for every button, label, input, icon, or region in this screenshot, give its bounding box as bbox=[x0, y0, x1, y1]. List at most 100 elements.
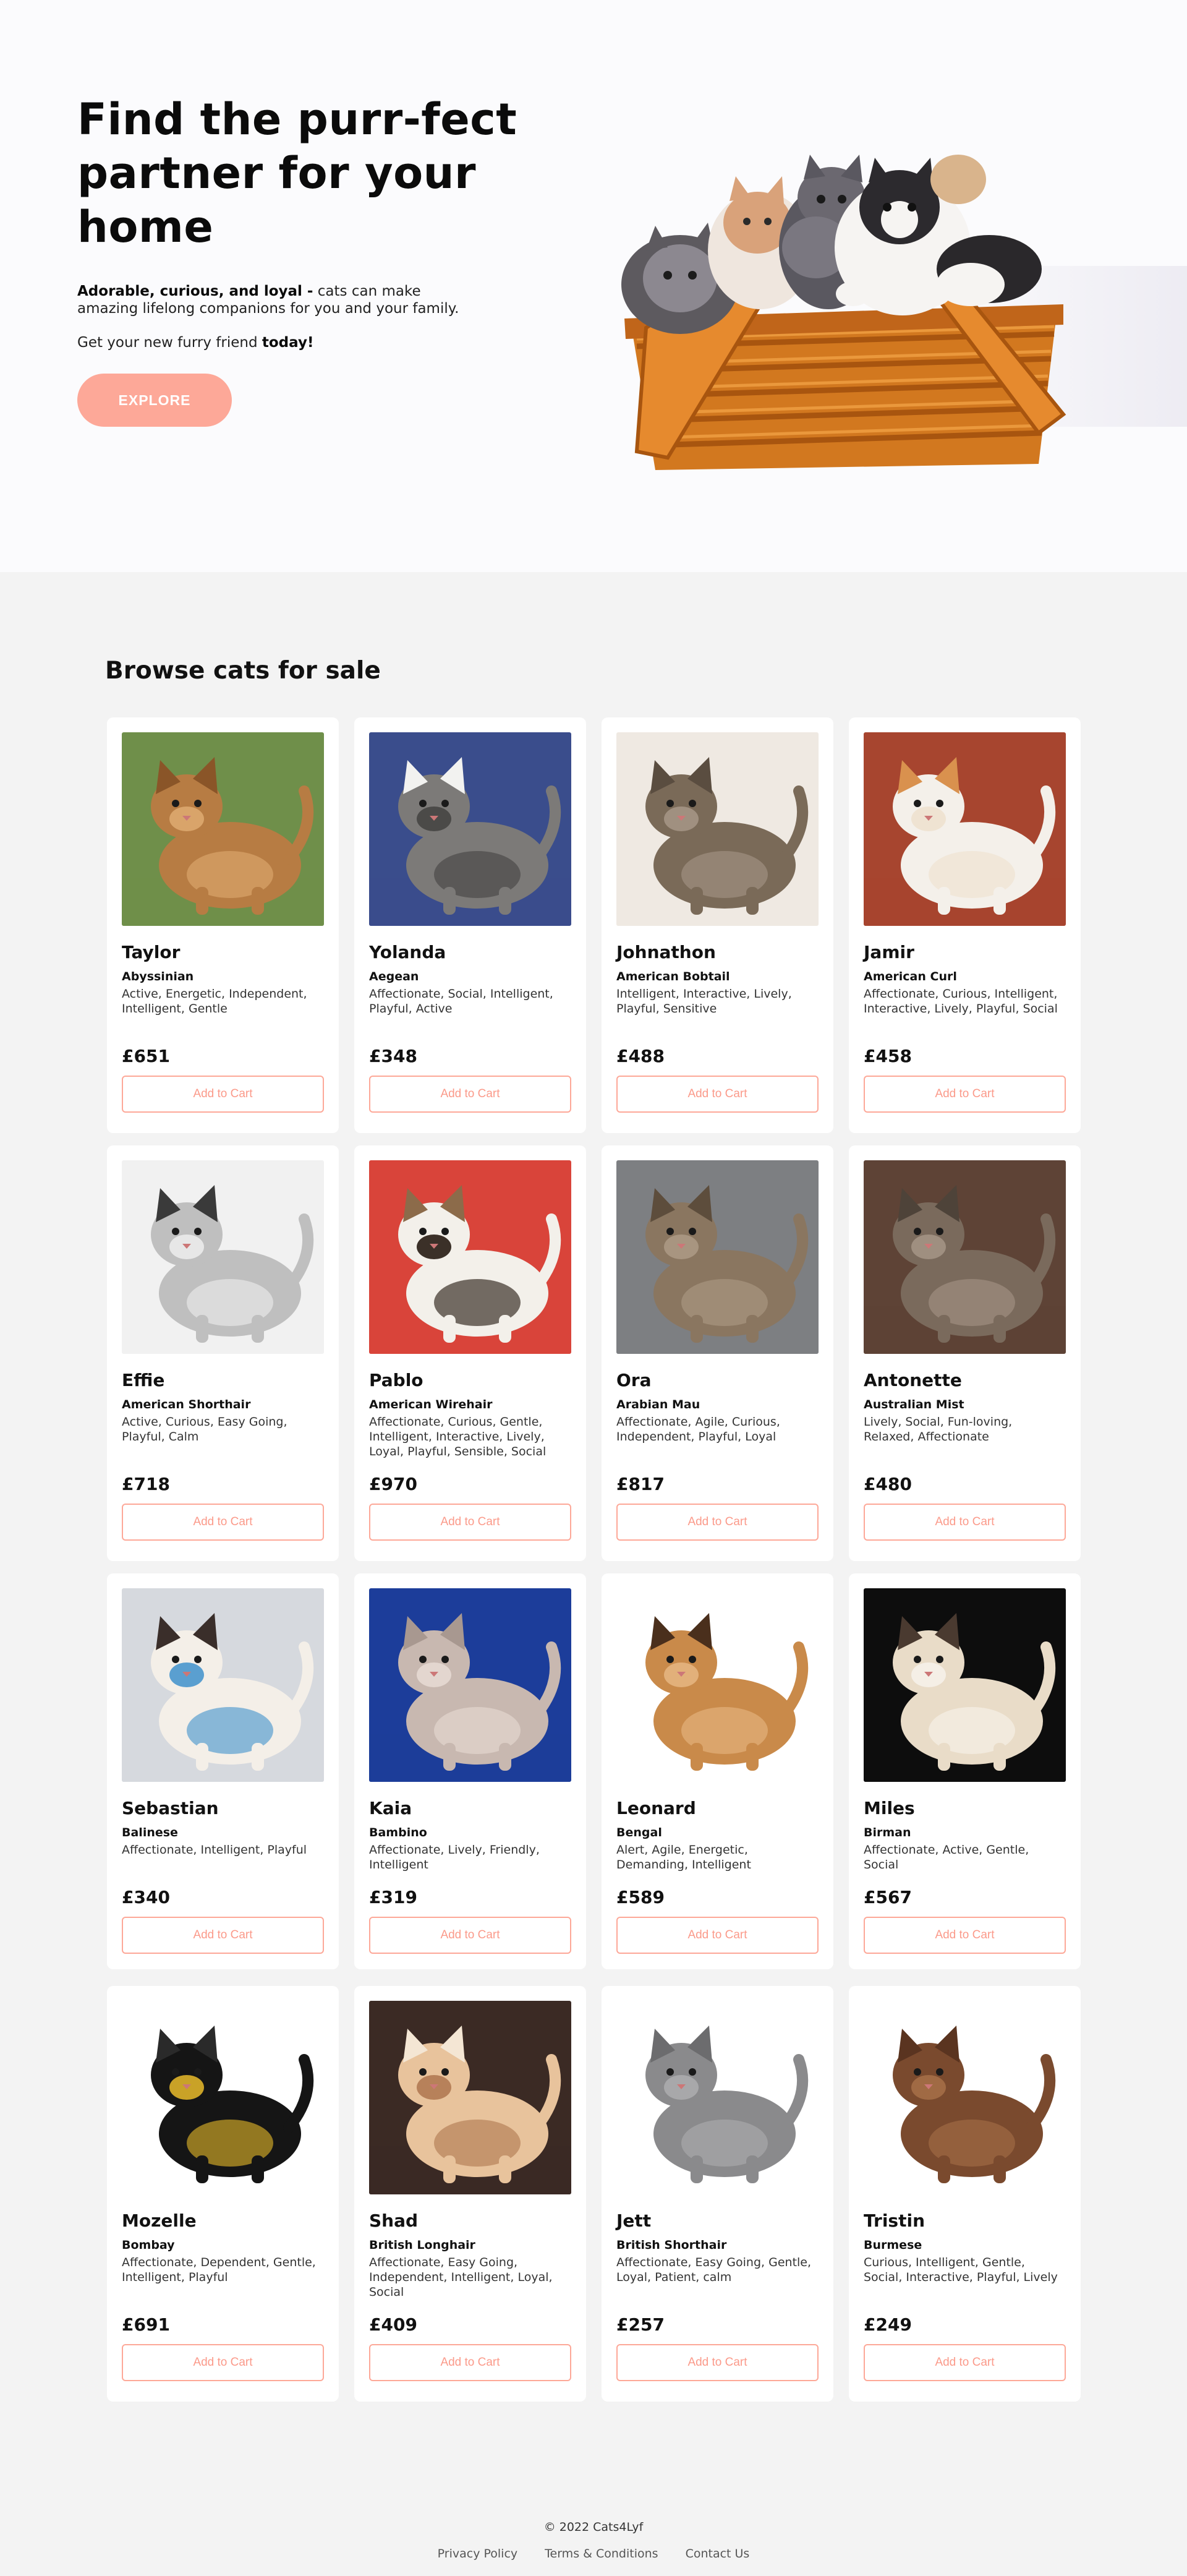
cat-price: £567 bbox=[864, 1887, 912, 1907]
cat-name: Jamir bbox=[864, 942, 914, 962]
cat-traits: Affectionate, Dependent, Gentle, Intelli… bbox=[122, 2256, 316, 2284]
contact-us-link[interactable]: Contact Us bbox=[686, 2547, 750, 2561]
cat-traits: Lively, Social, Fun-loving, Relaxed, Aff… bbox=[864, 1415, 1013, 1444]
cat-name: Antonette bbox=[864, 1370, 962, 1390]
bombay-cat-photo bbox=[122, 2001, 324, 2194]
cat-breed: Australian Mist bbox=[864, 1398, 964, 1411]
cat-breed: British Shorthair bbox=[616, 2238, 727, 2252]
cat-price: £817 bbox=[616, 1474, 665, 1494]
hero-tagline: Adorable, curious, and loyal - cats can … bbox=[77, 283, 485, 317]
cat-breed: Burmese bbox=[864, 2238, 922, 2252]
cat-name: Taylor bbox=[122, 942, 181, 962]
cat-price: £249 bbox=[864, 2314, 912, 2335]
privacy-policy-link[interactable]: Privacy Policy bbox=[438, 2547, 517, 2561]
cat-traits: Affectionate, Easy Going, Independent, I… bbox=[369, 2256, 553, 2299]
cat-name: Mozelle bbox=[122, 2210, 197, 2231]
add-to-cart-button[interactable]: Add to Cart bbox=[616, 1917, 819, 1954]
cat-name: Effie bbox=[122, 1370, 165, 1390]
cat-price: £970 bbox=[369, 1474, 417, 1494]
cat-breed: American Shorthair bbox=[122, 1398, 251, 1411]
cat-card: Miles Birman Affectionate, Active, Gentle,… bbox=[849, 1573, 1081, 1969]
cat-name: Jett bbox=[616, 2210, 652, 2231]
cat-breed: Aegean bbox=[369, 970, 419, 983]
hero-cta-bold: today! bbox=[262, 335, 314, 351]
add-to-cart-button[interactable]: Add to Cart bbox=[616, 2344, 819, 2381]
add-to-cart-button[interactable]: Add to Cart bbox=[122, 2344, 324, 2381]
cat-breed: American Wirehair bbox=[369, 1398, 493, 1411]
add-to-cart-button[interactable]: Add to Cart bbox=[369, 2344, 571, 2381]
cat-card: Antonette Australian Mist Lively, Social, … bbox=[849, 1145, 1081, 1561]
cat-breed: Bombay bbox=[122, 2238, 175, 2252]
add-to-cart-button[interactable]: Add to Cart bbox=[616, 1076, 819, 1113]
cat-name: Sebastian bbox=[122, 1798, 219, 1818]
arabian-mau-cat-photo bbox=[616, 1160, 819, 1354]
birman-cat-photo bbox=[864, 1588, 1066, 1782]
cat-breed: British Longhair bbox=[369, 2238, 475, 2252]
cat-name: Tristin bbox=[864, 2210, 925, 2231]
american-wirehair-cat-photo bbox=[369, 1160, 571, 1354]
add-to-cart-button[interactable]: Add to Cart bbox=[864, 2344, 1066, 2381]
cat-card: Tristin Burmese Curious, Intelligent, Gent… bbox=[849, 1986, 1081, 2402]
cat-traits: Curious, Intelligent, Gentle, Social, In… bbox=[864, 2256, 1058, 2284]
hero-tagline-bold: Adorable, curious, and loyal - bbox=[77, 283, 313, 299]
cat-card: Effie American Shorthair Active, Curious, … bbox=[107, 1145, 339, 1561]
cat-card: Johnathon American Bobtail Intelligent, In… bbox=[602, 717, 833, 1133]
cat-name: Kaia bbox=[369, 1798, 412, 1818]
add-to-cart-button[interactable]: Add to Cart bbox=[122, 1504, 324, 1541]
cat-traits: Affectionate, Agile, Curious, Independen… bbox=[616, 1415, 780, 1444]
cat-price: £691 bbox=[122, 2314, 170, 2335]
add-to-cart-button[interactable]: Add to Cart bbox=[369, 1504, 571, 1541]
british-shorthair-cat-photo bbox=[616, 2001, 819, 2194]
add-to-cart-button[interactable]: Add to Cart bbox=[864, 1504, 1066, 1541]
hero-section: Find the purr-fect partner for your home… bbox=[0, 0, 1187, 572]
cat-price: £488 bbox=[616, 1046, 665, 1066]
cat-price: £319 bbox=[369, 1887, 417, 1907]
cat-traits: Affectionate, Curious, Intelligent, Inte… bbox=[864, 987, 1058, 1016]
cat-traits: Affectionate, Curious, Gentle, Intellige… bbox=[369, 1415, 547, 1458]
bambino-cat-photo bbox=[369, 1588, 571, 1782]
american-shorthair-cat-photo bbox=[122, 1160, 324, 1354]
footer: © 2022 Cats4Lyf Privacy Policy Terms & C… bbox=[0, 2458, 1187, 2576]
hero-cta-start: Get your new furry friend bbox=[77, 335, 262, 351]
add-to-cart-button[interactable]: Add to Cart bbox=[864, 1076, 1066, 1113]
add-to-cart-button[interactable]: Add to Cart bbox=[122, 1076, 324, 1113]
cat-traits: Active, Curious, Easy Going, Playful, Ca… bbox=[122, 1415, 287, 1444]
cat-breed: Arabian Mau bbox=[616, 1398, 700, 1411]
cat-breed: Bambino bbox=[369, 1826, 427, 1839]
cat-traits: Affectionate, Lively, Friendly, Intellig… bbox=[369, 1843, 540, 1872]
explore-button[interactable]: EXPLORE bbox=[77, 374, 232, 427]
add-to-cart-button[interactable]: Add to Cart bbox=[864, 1917, 1066, 1954]
add-to-cart-button[interactable]: Add to Cart bbox=[369, 1076, 571, 1113]
hero-title: Find the purr-fect partner for your home bbox=[77, 94, 517, 252]
cat-traits: Active, Energetic, Independent, Intellig… bbox=[122, 987, 307, 1016]
cat-card: Yolanda Aegean Affectionate, Social, Intel… bbox=[354, 717, 586, 1133]
browse-title: Browse cats for sale bbox=[105, 657, 381, 685]
cat-price: £480 bbox=[864, 1474, 912, 1494]
cat-name: Leonard bbox=[616, 1798, 696, 1818]
cat-price: £651 bbox=[122, 1046, 170, 1066]
cat-card: Sebastian Balinese Affectionate, Intellige… bbox=[107, 1573, 339, 1969]
add-to-cart-button[interactable]: Add to Cart bbox=[369, 1917, 571, 1954]
cat-card: Mozelle Bombay Affectionate, Dependent, Ge… bbox=[107, 1986, 339, 2402]
cat-name: Ora bbox=[616, 1370, 652, 1390]
cat-breed: Abyssinian bbox=[122, 970, 194, 983]
add-to-cart-button[interactable]: Add to Cart bbox=[122, 1917, 324, 1954]
hero-cta-text: Get your new furry friend today! bbox=[77, 335, 522, 351]
cat-price: £718 bbox=[122, 1474, 170, 1494]
bengal-cat-photo bbox=[616, 1588, 819, 1782]
terms-conditions-link[interactable]: Terms & Conditions bbox=[545, 2547, 658, 2561]
cat-card: Kaia Bambino Affectionate, Lively, Friendl… bbox=[354, 1573, 586, 1969]
cat-name: Pablo bbox=[369, 1370, 423, 1390]
american-curl-cat-photo bbox=[864, 732, 1066, 926]
american-bobtail-cat-photo bbox=[616, 732, 819, 926]
browse-section: Browse cats for sale Taylor Abyssinian Act… bbox=[0, 572, 1187, 2458]
add-to-cart-button[interactable]: Add to Cart bbox=[616, 1504, 819, 1541]
kittens-in-basket-photo bbox=[621, 155, 1187, 470]
cat-card: Shad British Longhair Affectionate, Easy G… bbox=[354, 1986, 586, 2402]
cat-traits: Affectionate, Social, Intelligent, Playf… bbox=[369, 987, 553, 1016]
hero-text-block: Find the purr-fect partner for your home… bbox=[77, 93, 522, 427]
cat-card: Ora Arabian Mau Affectionate, Agile, Curio… bbox=[602, 1145, 833, 1561]
cat-card: Leonard Bengal Alert, Agile, Energetic, De… bbox=[602, 1573, 833, 1969]
aegean-cat-photo bbox=[369, 732, 571, 926]
abyssinian-cat-photo bbox=[122, 732, 324, 926]
